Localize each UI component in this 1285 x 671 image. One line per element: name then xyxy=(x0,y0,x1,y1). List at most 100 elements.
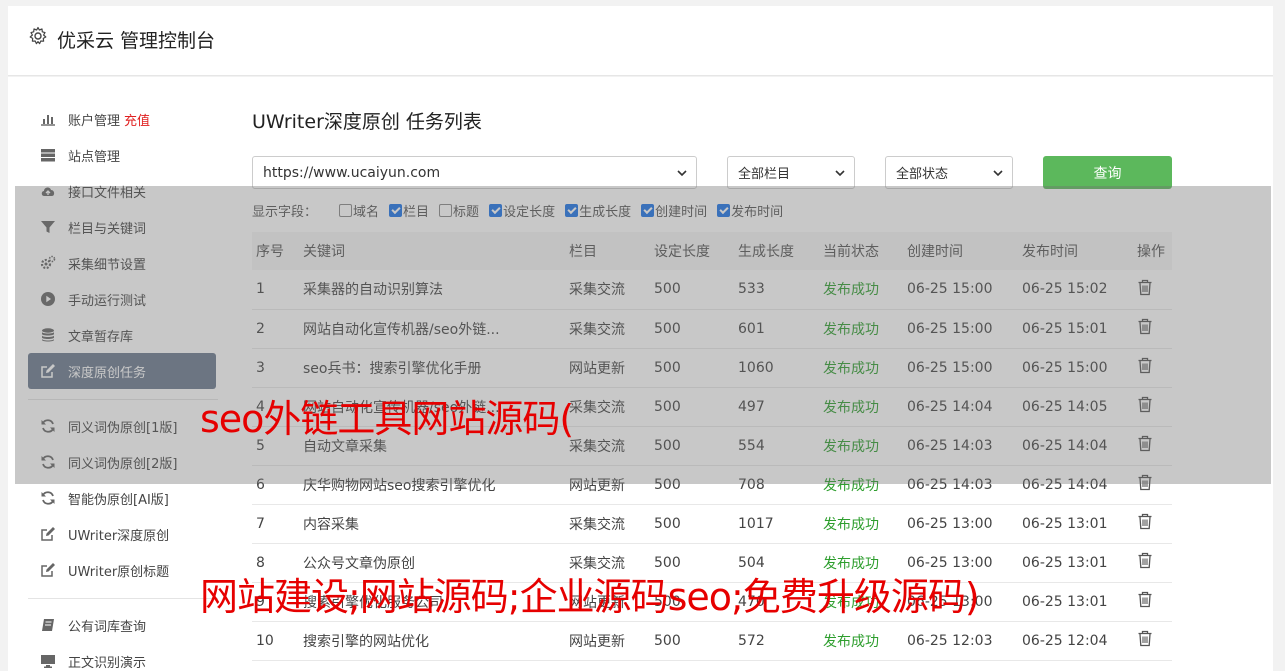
keyword-cell: 采集器的自动识别算法 xyxy=(303,270,569,310)
field-checkbox[interactable]: 设定长度 xyxy=(489,201,555,220)
table-cell: 7 xyxy=(252,504,303,544)
trash-icon[interactable] xyxy=(1137,279,1153,296)
trash-icon[interactable] xyxy=(1137,318,1153,335)
status-cell: 发布成功 xyxy=(823,387,907,427)
sidebar-item-g1-4[interactable]: UWriter原创标题 xyxy=(28,552,218,588)
sidebar-item-g0-5[interactable]: 手动运行测试 xyxy=(28,281,218,317)
recharge-link[interactable]: 充值 xyxy=(124,110,150,129)
play-icon xyxy=(40,291,56,307)
sidebar-item-g0-4[interactable]: 采集细节设置 xyxy=(28,245,218,281)
action-cell xyxy=(1137,504,1172,544)
table-cell: 06-25 15:00 xyxy=(907,270,1022,310)
checkbox-checked[interactable] xyxy=(717,204,731,217)
sidebar-item-g0-6[interactable]: 文章暂存库 xyxy=(28,317,218,353)
status-select-value: 全部状态 xyxy=(896,167,949,182)
query-button[interactable]: 查询 xyxy=(1043,156,1172,189)
sidebar-item-g1-0[interactable]: 同义词伪原创[1版] xyxy=(28,408,218,444)
table-header-row: 序号 关键词 栏目 设定长度 生成长度 当前状态 创建时间 发布时间 操作 xyxy=(252,232,1172,270)
status-cell: 发布成功 xyxy=(823,504,907,544)
sidebar-item-label: 智能伪原创[AI版] xyxy=(68,492,169,508)
table-row: 5 自动文章采集 采集交流 500 554 发布成功 06-25 14:03 06-25 14… xyxy=(252,426,1172,466)
status-select[interactable]: 全部状态 xyxy=(885,156,1013,189)
sidebar-item-label: 账户管理 xyxy=(68,113,121,129)
field-checkbox-label: 设定长度 xyxy=(503,205,556,220)
content-panel: 账户管理 充值 站点管理 接口文件相关 栏目与关键词 采集细节设置 手动运行测试 文章暂存库深… xyxy=(8,77,1273,671)
status-cell: 发布成功 xyxy=(823,621,907,661)
checkbox-unchecked[interactable] xyxy=(439,204,453,217)
sidebar-item-label: 接口文件相关 xyxy=(68,185,147,201)
checkbox-checked[interactable] xyxy=(489,204,503,217)
action-cell xyxy=(1137,309,1172,349)
table-cell: 06-25 15:00 xyxy=(907,309,1022,349)
trash-icon[interactable] xyxy=(1137,474,1153,491)
column-select[interactable]: 全部栏目 xyxy=(727,156,855,189)
sidebar-item-g1-1[interactable]: 同义词伪原创[2版] xyxy=(28,444,218,480)
table-cell: 06-25 12:03 xyxy=(907,621,1022,661)
keyword-cell: 内容采集 xyxy=(303,504,569,544)
status-cell: 发布成功 xyxy=(823,309,907,349)
status-cell: 发布成功 xyxy=(823,348,907,388)
sidebar-item-g2-1[interactable]: 正文识别演示 xyxy=(28,643,218,671)
sidebar-divider xyxy=(28,598,218,599)
table-row: 7 内容采集 采集交流 500 1017 发布成功 06-25 13:00 06-25 13:… xyxy=(252,504,1172,544)
trash-icon[interactable] xyxy=(1137,630,1153,647)
trash-icon[interactable] xyxy=(1137,357,1153,374)
sidebar-item-label: UWriter深度原创 xyxy=(68,528,170,544)
field-checkbox-label: 栏目 xyxy=(403,205,430,220)
table-cell: 572 xyxy=(738,621,823,661)
table-cell: 采集交流 xyxy=(569,543,654,583)
column-header: 栏目 xyxy=(569,232,654,270)
sidebar-item-g0-7[interactable]: 深度原创任务 xyxy=(28,353,216,389)
field-checkbox[interactable]: 栏目 xyxy=(389,201,429,220)
table-cell: 网站更新 xyxy=(569,582,654,622)
keyword-cell: 搜索引擎优化服务公司 xyxy=(303,582,569,622)
checkbox-checked[interactable] xyxy=(565,204,579,217)
field-checkbox[interactable]: 生成长度 xyxy=(565,201,631,220)
checkbox-unchecked[interactable] xyxy=(339,204,353,217)
checkbox-checked[interactable] xyxy=(389,204,403,217)
table-cell: 采集交流 xyxy=(569,387,654,427)
table-cell: 500 xyxy=(654,309,738,349)
table-row: 10 搜索引擎的网站优化 网站更新 500 572 发布成功 06-25 12:03 06-2… xyxy=(252,621,1172,661)
sidebar-item-label: 栏目与关键词 xyxy=(68,221,147,237)
field-checkbox[interactable]: 发布时间 xyxy=(717,201,783,220)
console-title: 优采云 管理控制台 xyxy=(57,30,216,52)
table-cell: 500 xyxy=(654,465,738,505)
field-checkbox[interactable]: 创建时间 xyxy=(641,201,707,220)
sidebar-item-g1-2[interactable]: 智能伪原创[AI版] xyxy=(28,480,218,516)
table-cell: 06-25 13:00 xyxy=(907,543,1022,583)
filter-icon xyxy=(40,219,56,235)
table-cell: 500 xyxy=(654,621,738,661)
trash-icon[interactable] xyxy=(1137,552,1153,569)
trash-icon[interactable] xyxy=(1137,513,1153,530)
trash-icon[interactable] xyxy=(1137,591,1153,608)
status-cell: 发布成功 xyxy=(823,270,907,310)
table-cell: 1 xyxy=(252,270,303,310)
field-checkbox-label: 域名 xyxy=(353,205,380,220)
keyword-cell: 公众号文章伪原创 xyxy=(303,543,569,583)
field-checkbox[interactable]: 标题 xyxy=(439,201,479,220)
trash-icon[interactable] xyxy=(1137,396,1153,413)
column-header: 创建时间 xyxy=(907,232,1022,270)
sidebar-item-g0-1[interactable]: 站点管理 xyxy=(28,137,218,173)
sidebar-item-label: 公有词库查询 xyxy=(68,619,147,635)
table-cell: 500 xyxy=(654,504,738,544)
action-cell xyxy=(1137,426,1172,466)
checkbox-checked[interactable] xyxy=(641,204,655,217)
table-body: 1 采集器的自动识别算法 采集交流 500 533 发布成功 06-25 15:00 06-2… xyxy=(252,270,1172,661)
trash-icon[interactable] xyxy=(1137,435,1153,452)
table-cell: 06-25 13:01 xyxy=(1022,582,1137,622)
sidebar-item-g0-3[interactable]: 栏目与关键词 xyxy=(28,209,218,245)
column-header: 发布时间 xyxy=(1022,232,1137,270)
sidebar-item-g1-3[interactable]: UWriter深度原创 xyxy=(28,516,218,552)
sidebar-item-g2-0[interactable]: 公有词库查询 xyxy=(28,607,218,643)
refresh-icon xyxy=(40,454,56,470)
edit-icon xyxy=(40,526,56,542)
sidebar-item-g0-2[interactable]: 接口文件相关 xyxy=(28,173,218,209)
sidebar-item-g0-0[interactable]: 账户管理 充值 xyxy=(28,101,218,137)
server-icon xyxy=(40,147,56,163)
field-checkbox[interactable]: 域名 xyxy=(339,201,379,220)
task-table: 序号 关键词 栏目 设定长度 生成长度 当前状态 创建时间 发布时间 操作 1 采集器的自动识别算… xyxy=(252,232,1172,661)
site-select[interactable]: https://www.ucaiyun.com xyxy=(252,156,697,189)
column-header: 关键词 xyxy=(303,232,569,270)
